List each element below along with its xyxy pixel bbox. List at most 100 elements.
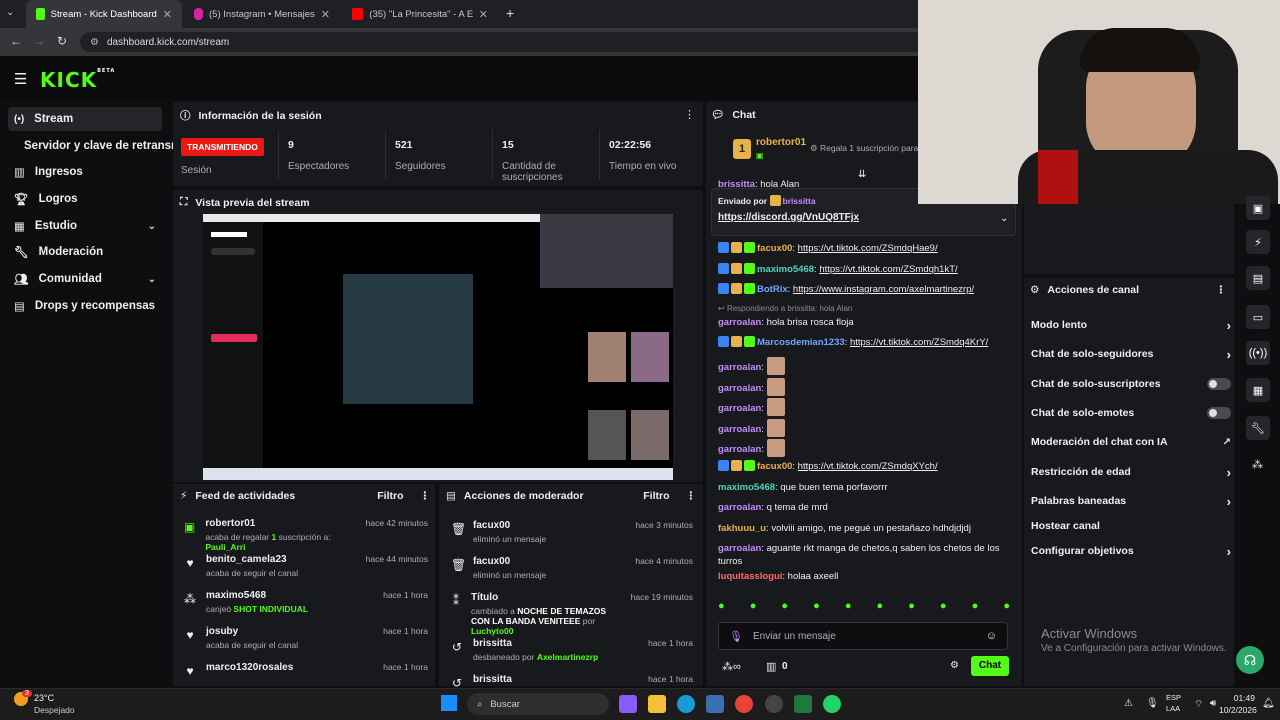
tab-kick-dashboard[interactable]: Stream - Kick Dashboard ✕ xyxy=(26,0,182,28)
tab-instagram[interactable]: (5) Instagram • Mensajes ✕ xyxy=(184,0,340,28)
store-icon[interactable] xyxy=(706,695,724,713)
chat-username[interactable]: maximo5468 xyxy=(718,482,775,493)
rail-button[interactable]: ▣ xyxy=(1246,196,1270,220)
set-goals-action[interactable]: Configurar objetivos › xyxy=(1031,540,1231,562)
more-options-icon[interactable]: ⋮ xyxy=(1216,284,1227,296)
emote-icon[interactable]: ● xyxy=(972,600,979,616)
forward-icon[interactable]: → xyxy=(33,34,45,48)
kick-logo[interactable]: KICKBETA xyxy=(40,68,115,92)
back-icon[interactable]: ← xyxy=(10,34,22,48)
pin-icon[interactable]: ⇊ xyxy=(858,169,866,180)
sidebar-item-server-key[interactable]: Servidor y clave de retransm xyxy=(18,134,178,158)
stream-preview-video[interactable] xyxy=(203,214,673,480)
chat-input[interactable]: 🎙︎ Enviar un mensaje ☺ xyxy=(718,622,1008,650)
chat-username[interactable]: garroalan xyxy=(718,502,761,513)
pinned-link[interactable]: https://discord.gg/VnUQ8TFjx xyxy=(718,212,859,223)
subs-only-toggle[interactable] xyxy=(1207,378,1231,390)
chat-username[interactable]: facux00 xyxy=(757,461,792,472)
emotes-only-toggle[interactable] xyxy=(1207,407,1231,419)
layout-icon[interactable]: ▦ xyxy=(1246,378,1270,402)
chat-username[interactable]: garroalan xyxy=(718,543,761,554)
subs-only-action[interactable]: Chat de solo-suscriptores xyxy=(1031,373,1231,395)
copilot-icon[interactable] xyxy=(619,695,637,713)
feed-filter-button[interactable]: Filtro xyxy=(377,490,403,502)
chat-username[interactable]: BotRix xyxy=(757,284,788,295)
support-headset-icon[interactable]: ☊ xyxy=(1236,646,1264,674)
emote-icon[interactable]: ● xyxy=(908,600,915,616)
chat-link[interactable]: https://vt.tiktok.com/ZSmdqXYch/ xyxy=(798,461,938,472)
close-icon[interactable]: ✕ xyxy=(163,8,172,21)
sidebar-item-drops[interactable]: ▤ Drops y recompensas xyxy=(8,294,162,318)
host-channel-action[interactable]: Hostear canal xyxy=(1031,515,1231,537)
address-bar[interactable]: ⚙ dashboard.kick.com/stream xyxy=(80,32,918,52)
tab-search-icon[interactable]: ⌄ xyxy=(6,7,14,18)
more-options-icon[interactable]: ⋮ xyxy=(420,490,431,502)
mic-icon[interactable]: 🎙︎ xyxy=(1146,698,1159,709)
taskbar-search[interactable]: ⌕ Buscar xyxy=(467,693,609,715)
clock-date[interactable]: 10/2/2026 xyxy=(1219,705,1257,715)
emote-icon[interactable]: ● xyxy=(845,600,852,616)
whatsapp-icon[interactable] xyxy=(823,695,841,713)
age-restriction-action[interactable]: Restricción de edad › xyxy=(1031,461,1231,483)
emote-icon[interactable]: ● xyxy=(940,600,947,616)
chat-link[interactable]: https://vt.tiktok.com/ZSmdqh1kT/ xyxy=(819,264,957,275)
chevron-down-icon[interactable]: ⌄ xyxy=(1000,213,1008,224)
mod-filter-button[interactable]: Filtro xyxy=(643,490,669,502)
chat-link[interactable]: https://www.instagram.com/axelmartinezrp… xyxy=(793,284,974,295)
language-indicator[interactable]: ESP xyxy=(1166,693,1181,702)
emote-icon[interactable]: ● xyxy=(750,600,757,616)
emote-icon[interactable]: ● xyxy=(877,600,884,616)
obs-icon[interactable] xyxy=(765,695,783,713)
mic-icon[interactable]: 🎙︎ xyxy=(729,630,743,643)
gear-icon[interactable]: ⚙ xyxy=(950,660,959,671)
broadcast-icon[interactable]: ((•)) xyxy=(1246,341,1270,365)
chat-username[interactable]: garroalan xyxy=(718,362,761,373)
chat-username[interactable]: luquitasslogui xyxy=(718,571,782,582)
clock-time[interactable]: 01:49 xyxy=(1221,693,1255,703)
edge-icon[interactable] xyxy=(677,695,695,713)
more-options-icon[interactable]: ⋮ xyxy=(684,108,695,121)
emotes-only-action[interactable]: Chat de solo-emotes xyxy=(1031,402,1231,424)
wrench-icon[interactable]: 🔧︎ xyxy=(1246,416,1270,440)
sidebar-item-estudio[interactable]: ▦ Estudio ⌄ xyxy=(8,214,162,238)
close-icon[interactable]: ✕ xyxy=(479,8,488,21)
chat-link[interactable]: https://vt.tiktok.com/ZSmdqHae9/ xyxy=(798,243,938,254)
chat-bubble-icon[interactable]: ▭ xyxy=(1246,305,1270,329)
windows-start-icon[interactable] xyxy=(441,695,457,711)
tab-youtube[interactable]: (35) "La Princesita" - A Ella - Yo ✕ xyxy=(342,0,498,28)
sidebar-item-comunidad[interactable]: 👥︎ Comunidad ⌄ xyxy=(8,267,162,291)
document-icon[interactable]: ▤ xyxy=(1246,266,1270,290)
chat-username[interactable]: garroalan xyxy=(718,424,761,435)
points-icon[interactable]: ⁂ xyxy=(1252,458,1263,471)
chat-username[interactable]: garroalan xyxy=(718,317,761,328)
chrome-icon[interactable] xyxy=(735,695,753,713)
chat-username[interactable]: facux00 xyxy=(757,243,792,254)
wifi-icon[interactable]: ⌔ xyxy=(1194,698,1203,711)
followers-only-action[interactable]: Chat de solo-seguidores › xyxy=(1031,343,1231,365)
chat-username[interactable]: Marcosdemian1233 xyxy=(757,337,845,348)
pinned-gift-user[interactable]: robertor01 xyxy=(756,137,806,148)
slow-mode-action[interactable]: Modo lento › xyxy=(1031,314,1231,336)
emote-icon[interactable]: ● xyxy=(781,600,788,616)
send-chat-button[interactable]: Chat xyxy=(971,656,1009,676)
lightning-icon[interactable]: ⚡︎ xyxy=(1246,230,1270,254)
excel-icon[interactable] xyxy=(794,695,812,713)
chat-username[interactable]: garroalan xyxy=(718,444,761,455)
hamburger-menu-icon[interactable]: ☰ xyxy=(14,70,27,88)
chat-username[interactable]: garroalan xyxy=(718,383,761,394)
site-info-icon[interactable]: ⚙ xyxy=(90,37,99,48)
network-icon[interactable]: ⚠ xyxy=(1124,698,1133,709)
sidebar-item-stream[interactable]: (•) Stream xyxy=(8,107,162,131)
chat-username[interactable]: maximo5468 xyxy=(757,264,814,275)
close-icon[interactable]: ✕ xyxy=(321,8,330,21)
volume-icon[interactable]: 🔊︎ xyxy=(1210,698,1216,709)
sidebar-item-moderacion[interactable]: 🔧︎ Moderación xyxy=(8,240,162,264)
chat-link[interactable]: https://vt.tiktok.com/ZSmdq4KrY/ xyxy=(850,337,988,348)
reload-icon[interactable]: ↻ xyxy=(57,34,67,48)
emoji-icon[interactable]: ☺ xyxy=(986,630,997,642)
emote-icon[interactable]: ● xyxy=(718,600,725,616)
emote-icon[interactable]: ● xyxy=(1003,600,1010,616)
sidebar-item-logros[interactable]: 🏆︎ Logros xyxy=(8,187,162,211)
chat-username[interactable]: garroalan xyxy=(718,403,761,414)
store-icon[interactable]: ▥ xyxy=(766,660,776,673)
